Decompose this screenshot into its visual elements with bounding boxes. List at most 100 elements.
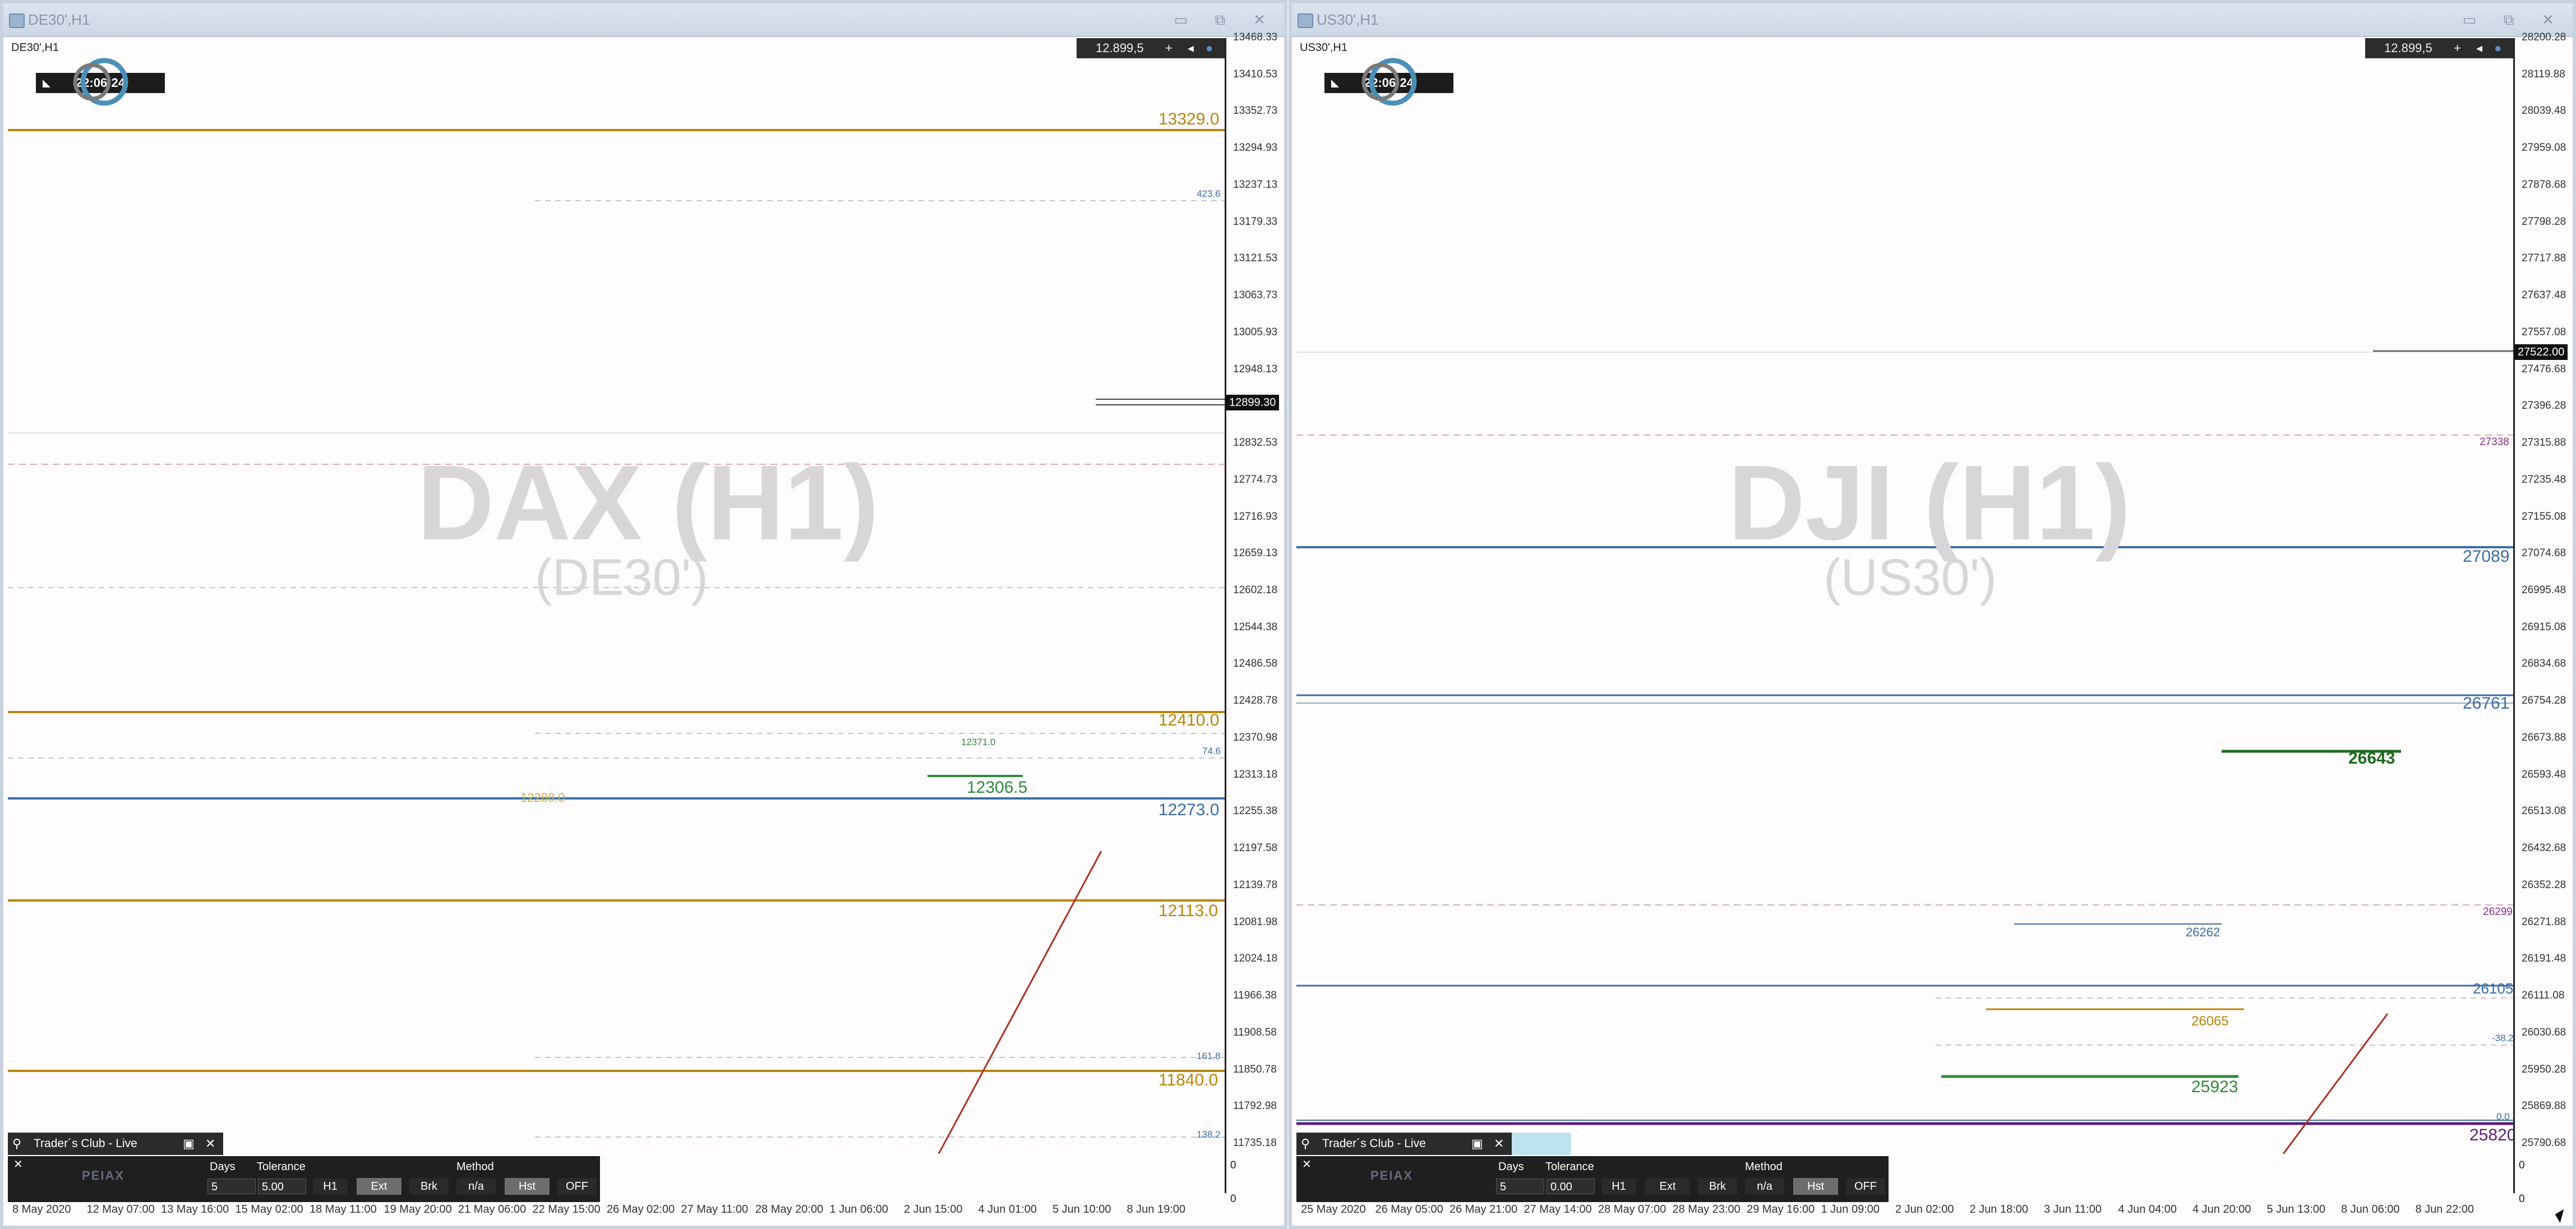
price-tick-label: 27396.28 — [2522, 400, 2566, 412]
panel-header[interactable]: ⚲ Trader´s Club - Live ▣ ✕ — [1296, 1133, 1512, 1155]
timeframe-button[interactable]: H1 — [1601, 1178, 1636, 1195]
time-tick-label: 18 May 11:00 — [310, 1203, 377, 1216]
price-tick-label: 12602.18 — [1233, 584, 1278, 596]
off-button[interactable]: OFF — [557, 1178, 597, 1195]
days-input[interactable]: 5 — [1496, 1179, 1544, 1194]
panel-close-icon[interactable]: ✕ — [13, 1157, 23, 1171]
minimize-icon[interactable]: ▭ — [1170, 11, 1192, 28]
time-tick-label: 8 Jun 06:00 — [2341, 1203, 2400, 1216]
price-tick-label: 12370.98 — [1233, 731, 1278, 743]
panel-restore-icon[interactable]: ▣ — [183, 1133, 195, 1155]
chart-window-dji[interactable]: US30',H1 ▭ ⧉ ✕ DJI (H1) (US30') 27338 27… — [1289, 0, 2576, 1229]
top-price-box[interactable]: 12.899,5 + ◂ ● — [2365, 38, 2517, 58]
level-label: 27338 — [2480, 436, 2509, 448]
price-tick-label: 26352.28 — [2522, 879, 2566, 891]
tolerance-input[interactable]: 5.00 — [258, 1179, 306, 1194]
window-titlebar[interactable]: DE30',H1 ▭ ⧉ ✕ — [3, 3, 1284, 37]
time-tick-label: 25 May 2020 — [1301, 1203, 1366, 1216]
method-label: Method — [1745, 1161, 1783, 1173]
level-label: 25820 — [2469, 1126, 2513, 1144]
time-tick-label: 26 May 05:00 — [1375, 1203, 1443, 1216]
price-tick-label: 26432.68 — [2522, 842, 2566, 854]
price-tick-label: 26754.28 — [2522, 695, 2566, 707]
time-tick-label: 8 Jun 22:00 — [2415, 1203, 2475, 1216]
globe-icon[interactable]: ● — [2494, 38, 2501, 58]
hst-button[interactable]: Hst — [505, 1178, 550, 1195]
top-price: 12.899,5 — [2384, 41, 2432, 55]
price-tick-label: 13063.73 — [1233, 289, 1278, 302]
price-axis[interactable]: 28200.28 28119.88 28039.48 27959.08 27878.68… — [2513, 31, 2573, 1193]
pin-icon[interactable]: ⚲ — [1301, 1133, 1310, 1155]
price-tick-label: 12024.18 — [1233, 953, 1278, 965]
arrow-left-icon[interactable]: ◂ — [2476, 38, 2482, 58]
timeframe-button[interactable]: H1 — [313, 1178, 348, 1195]
price-tick-label: 27717.88 — [2522, 252, 2566, 265]
indicator-panel: ✕ PEIAX Days Tolerance Method 5 5.00 H1 … — [8, 1156, 600, 1202]
price-tick-label: 12486.58 — [1233, 658, 1278, 670]
tolerance-label: Tolerance — [1545, 1161, 1594, 1173]
current-price-tag: 27522.00 — [2514, 344, 2568, 360]
panel-close-icon[interactable]: ✕ — [205, 1133, 215, 1155]
method-label: Method — [456, 1161, 494, 1173]
price-tick-label: 28119.88 — [2522, 68, 2565, 80]
indicator-axis-zero: 0 — [1230, 1159, 1236, 1171]
close-icon[interactable]: ✕ — [2537, 11, 2559, 28]
time-tick-label: 27 May 14:00 — [1524, 1203, 1592, 1216]
time-tick-label: 5 Jun 13:00 — [2266, 1203, 2326, 1216]
panel-close-icon[interactable]: ✕ — [1302, 1157, 1312, 1171]
window-titlebar[interactable]: US30',H1 ▭ ⧉ ✕ — [1292, 3, 2573, 37]
panel-close-icon[interactable]: ✕ — [1494, 1133, 1504, 1155]
off-button[interactable]: OFF — [1846, 1178, 1885, 1195]
price-tick-label: 11792.98 — [1233, 1100, 1277, 1112]
plus-icon[interactable]: + — [1165, 38, 1172, 58]
price-tick-label: 26995.48 — [2522, 584, 2566, 596]
top-price: 12.899,5 — [1096, 41, 1144, 55]
minimize-icon[interactable]: ▭ — [2458, 11, 2481, 28]
price-tick-label: 13121.53 — [1233, 252, 1278, 265]
time-tick-label: 5 Jun 10:00 — [1052, 1203, 1111, 1216]
price-chart-area[interactable]: DAX (H1) (DE30') 13329.0 12410.0 12306.5… — [8, 38, 1225, 1154]
time-tick-label: 8 Jun 19:00 — [1127, 1203, 1186, 1216]
window-title: DE30',H1 — [28, 11, 90, 28]
time-tick-label: 2 Jun 15:00 — [904, 1203, 963, 1216]
ext-button[interactable]: Ext — [357, 1178, 401, 1195]
price-chart-area[interactable]: DJI (H1) (US30') 27338 27089 26761 26643… — [1296, 38, 2513, 1154]
pin-icon[interactable]: ⚲ — [12, 1133, 21, 1155]
time-tick-label: 4 Jun 20:00 — [2192, 1203, 2251, 1216]
price-tick-label: 13468.33 — [1233, 31, 1278, 43]
plus-icon[interactable]: + — [2454, 38, 2461, 58]
arrow-left-icon[interactable]: ◂ — [1188, 38, 1194, 58]
maximize-icon[interactable]: ⧉ — [1209, 11, 1231, 28]
globe-icon[interactable]: ● — [1206, 38, 1213, 58]
price-tick-label: 27959.08 — [2522, 142, 2566, 154]
maximize-icon[interactable]: ⧉ — [2497, 11, 2520, 28]
price-tick-label: 13179.33 — [1233, 215, 1278, 228]
ext-button[interactable]: Ext — [1645, 1178, 1690, 1195]
na-button[interactable]: n/a — [456, 1178, 496, 1195]
fib-label: -38.2 — [2492, 1033, 2513, 1043]
indicator-axis-zero: 0 — [1230, 1193, 1236, 1205]
time-tick-label: 3 Jun 11:00 — [2044, 1203, 2102, 1216]
na-button[interactable]: n/a — [1745, 1178, 1784, 1195]
time-tick-label: 28 May 07:00 — [1598, 1203, 1666, 1216]
brand-logo-icon — [1361, 58, 1417, 106]
close-icon[interactable]: ✕ — [1248, 11, 1271, 28]
chart-window-dax[interactable]: DE30',H1 ▭ ⧉ ✕ DAX (H1) (DE30') 13329.0 … — [0, 0, 1287, 1229]
price-axis[interactable]: 13468.33 13410.53 13352.73 13294.93 13237.13… — [1225, 31, 1284, 1193]
price-tick-label: 11966.38 — [1233, 990, 1277, 1002]
watermark-symbol: DJI (H1) — [1728, 443, 2131, 562]
fib-label: 0.0 — [2496, 1111, 2510, 1122]
time-tick-label: 2 Jun 18:00 — [1969, 1203, 2029, 1216]
price-tick-label: 13294.93 — [1233, 142, 1278, 154]
watermark-subsymbol: (US30') — [1823, 549, 1997, 606]
days-input[interactable]: 5 — [207, 1179, 256, 1194]
tolerance-input[interactable]: 0.00 — [1546, 1179, 1595, 1194]
time-tick-label: 8 May 2020 — [12, 1203, 71, 1216]
brk-button[interactable]: Brk — [409, 1178, 449, 1195]
level-label: 11840.0 — [1158, 1071, 1218, 1089]
top-price-box[interactable]: 12.899,5 + ◂ ● — [1077, 38, 1228, 58]
panel-restore-icon[interactable]: ▣ — [1471, 1133, 1483, 1155]
panel-header[interactable]: ⚲ Trader´s Club - Live ▣ ✕ — [8, 1133, 223, 1155]
hst-button[interactable]: Hst — [1793, 1178, 1838, 1195]
brk-button[interactable]: Brk — [1698, 1178, 1737, 1195]
